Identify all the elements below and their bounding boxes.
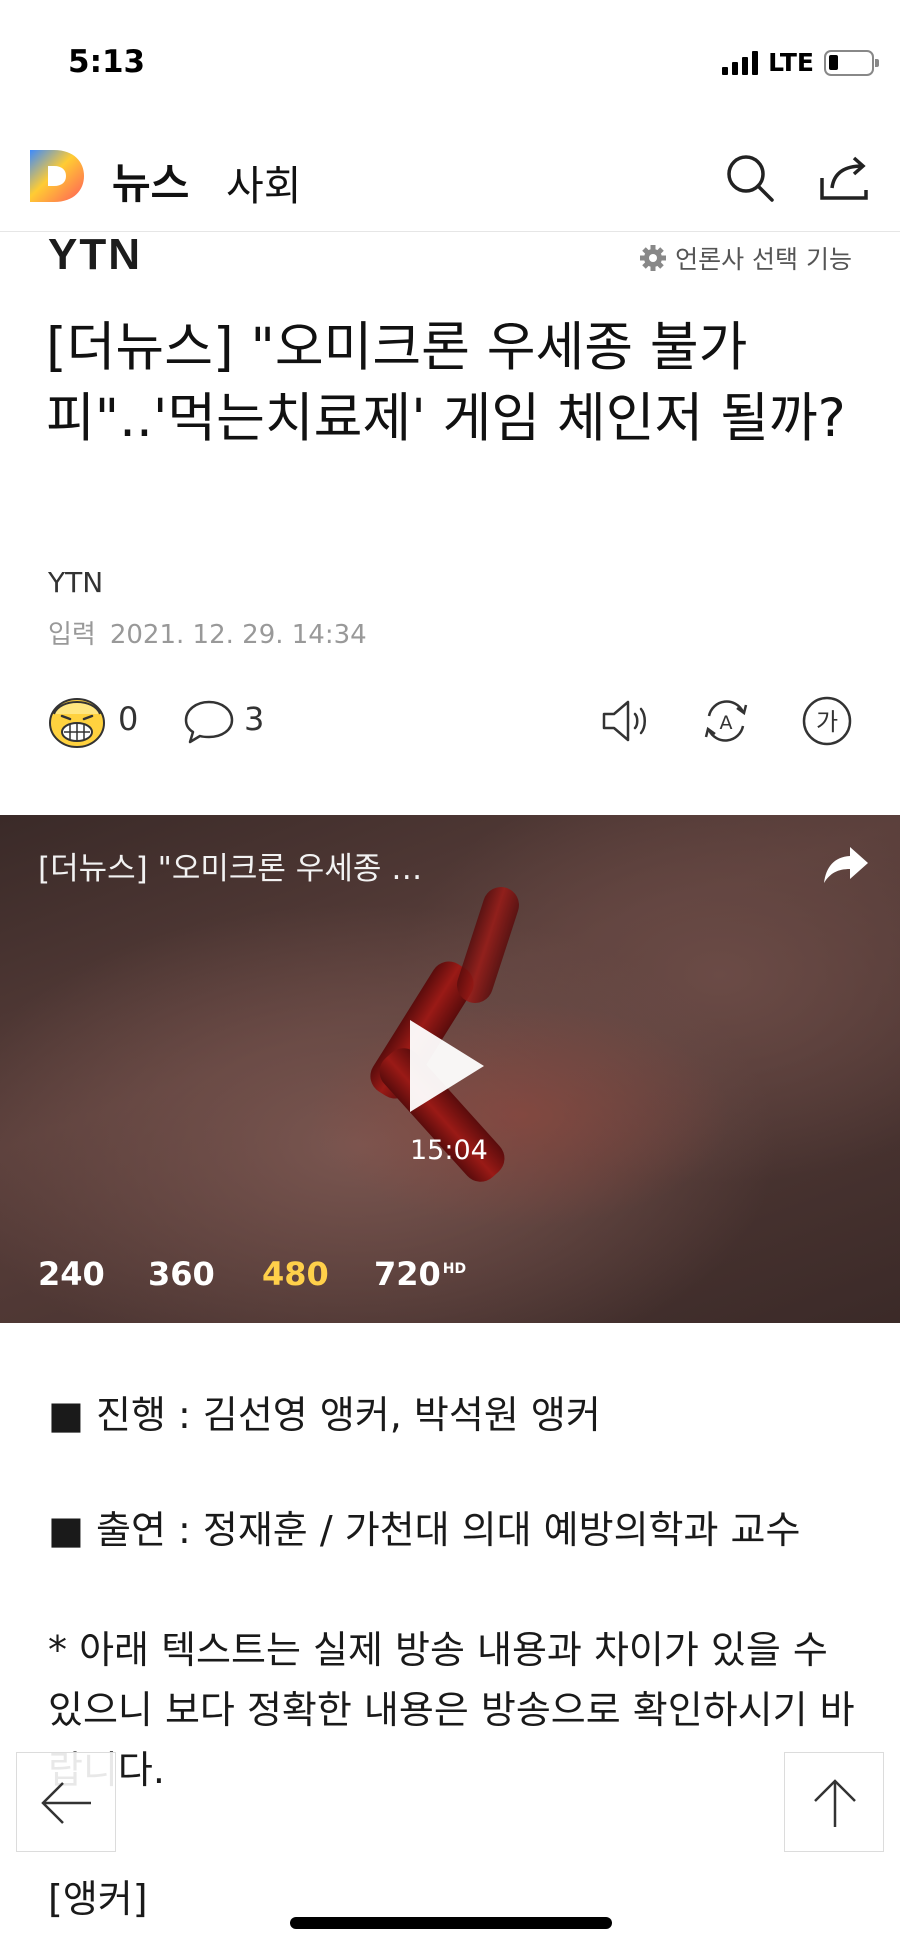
- signal-icon: [722, 50, 759, 75]
- quality-720[interactable]: 720 HD: [374, 1255, 466, 1293]
- arrow-left-icon: [41, 1782, 91, 1824]
- search-icon[interactable]: [722, 150, 778, 206]
- status-time: 5:13: [68, 44, 146, 80]
- svg-text:가: 가: [816, 708, 838, 736]
- comment-count: 3: [244, 700, 265, 738]
- svg-text:A: A: [720, 712, 733, 734]
- gear-icon: [640, 245, 667, 271]
- quality-720-label: 720: [374, 1255, 441, 1293]
- article-headline: [더뉴스] "오미크론 우세종 불가피"..'먹는치료제' 게임 체인저 될까?: [46, 317, 846, 449]
- video-player[interactable]: [더뉴스] "오미크론 우세종 … 15:04 240 360 480 720 H…: [0, 815, 900, 1323]
- status-bar: 5:13 LTE: [0, 0, 900, 130]
- reaction-count: 0: [118, 700, 139, 738]
- article-timestamp: 입력 2021. 12. 29. 14:34: [48, 614, 381, 651]
- input-label: 입력: [48, 620, 96, 650]
- nav-section[interactable]: 사회: [226, 152, 301, 212]
- article-byline[interactable]: YTN: [48, 566, 103, 599]
- quality-240[interactable]: 240: [38, 1255, 105, 1293]
- app-header: 뉴스 사회: [0, 130, 900, 232]
- input-datetime: 2021. 12. 29. 14:34: [109, 620, 367, 650]
- translate-icon[interactable]: A: [699, 694, 753, 748]
- comment-icon[interactable]: [182, 694, 236, 748]
- video-share-icon[interactable]: [820, 839, 872, 891]
- home-indicator: [290, 1917, 612, 1929]
- broadcast-notice: * 아래 텍스트는 실제 방송 내용과 차이가 있을 수 있으니 보다 정확한 …: [48, 1628, 855, 1792]
- battery-icon: [824, 49, 879, 76]
- video-thumbnail-pill: [452, 882, 524, 1008]
- scroll-top-button[interactable]: [784, 1752, 884, 1852]
- video-title: [더뉴스] "오미크론 우세종 …: [38, 851, 423, 887]
- hd-badge: HD: [442, 1261, 467, 1278]
- press-logo[interactable]: YTN: [48, 230, 142, 280]
- article-action-bar: 0 3 A 가: [0, 690, 900, 754]
- speaker-icon[interactable]: [598, 694, 652, 748]
- font-size-icon[interactable]: 가: [800, 694, 854, 748]
- guest-line: ■ 출연 : 정재훈 / 가천대 의대 예방의학과 교수: [48, 1508, 801, 1552]
- press-select-button[interactable]: 언론사 선택 기능: [639, 240, 852, 276]
- host-line: ■ 진행 : 김선영 앵커, 박석원 앵커: [48, 1393, 601, 1437]
- network-label: LTE: [768, 48, 814, 77]
- play-button[interactable]: [410, 1020, 484, 1112]
- quality-360[interactable]: 360: [148, 1255, 215, 1293]
- nav-title[interactable]: 뉴스: [112, 150, 189, 211]
- share-icon[interactable]: [816, 150, 872, 206]
- reaction-emoticon-icon[interactable]: [46, 690, 108, 752]
- back-button[interactable]: [16, 1752, 116, 1852]
- video-duration: 15:04: [410, 1135, 488, 1166]
- arrow-up-icon: [814, 1779, 856, 1827]
- quality-480[interactable]: 480: [262, 1255, 329, 1293]
- daum-logo-icon[interactable]: [26, 146, 86, 206]
- status-indicators: LTE: [722, 48, 879, 77]
- press-select-label: 언론사 선택 기능: [675, 245, 852, 274]
